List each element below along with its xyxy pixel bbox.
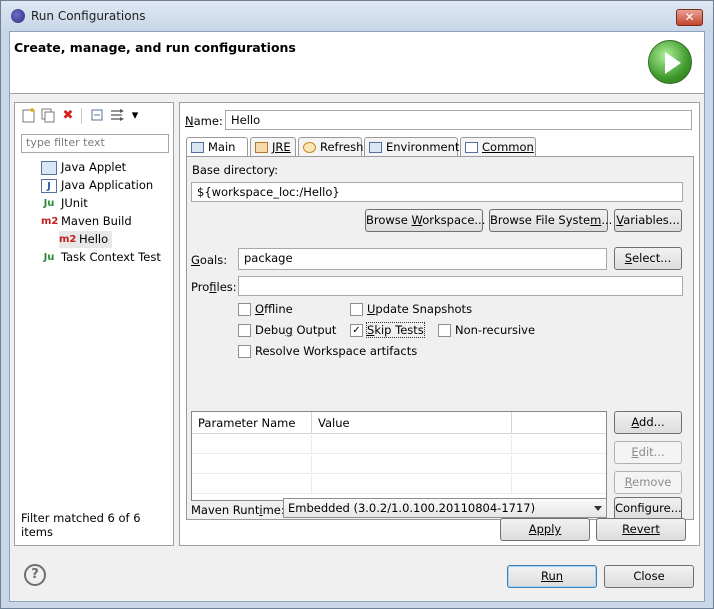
configure-runtime-button[interactable]: Configure... xyxy=(614,497,682,520)
table-row xyxy=(192,435,606,454)
tree-item-maven-build[interactable]: m2 Maven Build xyxy=(41,213,132,230)
junit-icon: Ju xyxy=(43,197,55,209)
toolbar-separator xyxy=(81,108,82,124)
profiles-label: Profiles: xyxy=(191,280,237,294)
collapse-all-icon[interactable] xyxy=(89,108,105,124)
filter-icon[interactable] xyxy=(109,108,125,124)
junit-icon: Ju xyxy=(43,251,55,263)
refresh-icon xyxy=(303,142,316,153)
tree-item-task-context-test[interactable]: Ju Task Context Test xyxy=(41,249,161,266)
edit-parameter-button[interactable]: Edit... xyxy=(614,441,682,464)
filter-input[interactable]: type filter text xyxy=(21,134,169,153)
config-toolbar: ✖ ▾ xyxy=(15,103,173,129)
menu-dropdown-icon[interactable]: ▾ xyxy=(127,108,143,124)
resolve-workspace-checkbox[interactable]: Resolve Workspace artifacts xyxy=(238,344,417,358)
jre-icon xyxy=(255,142,268,153)
duplicate-icon[interactable] xyxy=(40,108,56,124)
goals-input[interactable]: package xyxy=(238,248,607,270)
table-row xyxy=(192,455,606,474)
name-label: Name: xyxy=(185,114,223,128)
non-recursive-checkbox[interactable]: Non-recursive xyxy=(438,323,535,337)
remove-parameter-button[interactable]: Remove xyxy=(614,471,682,494)
dialog-client: Create, manage, and run configurations ✖ xyxy=(9,31,705,602)
update-snapshots-checkbox[interactable]: Update Snapshots xyxy=(350,302,472,316)
tab-environment[interactable]: Environment xyxy=(364,137,459,157)
parameters-table-header: Parameter Name Value xyxy=(192,412,606,434)
window-close-button[interactable]: ✕ xyxy=(676,9,703,26)
environment-icon xyxy=(369,142,382,153)
close-button[interactable]: Close xyxy=(604,565,694,588)
help-icon[interactable]: ? xyxy=(24,564,46,586)
base-directory-input[interactable]: ${workspace_loc:/Hello} xyxy=(191,182,683,202)
maven-runtime-select[interactable]: Embedded (3.0.2/1.0.100.20110804-1717) xyxy=(283,498,607,518)
tab-refresh[interactable]: Refresh xyxy=(298,137,363,157)
checkbox-box xyxy=(438,324,451,337)
skip-tests-checkbox[interactable]: ✓ Skip Tests xyxy=(350,322,425,338)
dialog-header: Create, manage, and run configurations xyxy=(10,32,704,94)
title-bar: Run Configurations ✕ xyxy=(1,1,713,31)
maven-icon: m2 xyxy=(59,233,77,245)
filter-status: Filter matched 6 of 6 items xyxy=(21,511,141,539)
column-value[interactable]: Value xyxy=(312,412,512,434)
revert-button[interactable]: Revert xyxy=(596,518,686,541)
profiles-input[interactable] xyxy=(238,276,683,296)
window-title: Run Configurations xyxy=(31,9,146,23)
select-goals-button[interactable]: Select... xyxy=(614,247,682,270)
column-parameter-name[interactable]: Parameter Name xyxy=(192,412,312,434)
eclipse-icon xyxy=(11,9,25,23)
browse-workspace-button[interactable]: Browse Workspace... xyxy=(365,209,485,232)
offline-checkbox[interactable]: Offline xyxy=(238,302,293,316)
tree-item-java-applet[interactable]: Java Applet xyxy=(41,159,126,176)
chevron-down-icon xyxy=(594,506,602,511)
tab-main[interactable]: Main xyxy=(186,137,248,158)
java-application-icon: J xyxy=(41,178,57,193)
config-tree-panel: ✖ ▾ type filter text Java Applet J Java A… xyxy=(14,102,174,546)
browse-filesystem-button[interactable]: Browse File System... xyxy=(489,209,612,232)
main-tab-body: Base directory: ${workspace_loc:/Hello} … xyxy=(186,156,694,520)
checkbox-box xyxy=(350,303,363,316)
main-tab-icon xyxy=(191,142,204,153)
variables-button[interactable]: Variables... xyxy=(614,209,682,232)
run-banner-icon xyxy=(648,40,692,84)
config-editor-panel: Name: Hello Main JRE Refresh Environment… xyxy=(179,102,700,546)
new-config-icon[interactable] xyxy=(21,108,37,124)
header-title: Create, manage, and run configurations xyxy=(14,40,296,55)
name-input[interactable]: Hello xyxy=(225,110,692,130)
add-parameter-button[interactable]: Add... xyxy=(614,411,682,434)
debug-output-checkbox[interactable]: Debug Output xyxy=(238,323,336,337)
tab-jre[interactable]: JRE xyxy=(250,137,296,157)
table-row xyxy=(192,475,606,494)
apply-button[interactable]: Apply xyxy=(500,518,590,541)
column-filler xyxy=(512,412,606,434)
maven-icon: m2 xyxy=(41,215,59,227)
run-configurations-window: Run Configurations ✕ Create, manage, and… xyxy=(0,0,714,609)
checkbox-box xyxy=(238,324,251,337)
java-applet-icon xyxy=(41,160,57,175)
checkbox-checked-box: ✓ xyxy=(350,324,363,337)
tree-item-hello[interactable]: m2 Hello xyxy=(59,231,113,248)
common-icon xyxy=(465,142,478,153)
parameters-table[interactable]: Parameter Name Value xyxy=(191,411,607,501)
base-directory-label: Base directory: xyxy=(192,163,279,177)
run-button[interactable]: Run xyxy=(507,565,597,588)
tree-item-java-application[interactable]: J Java Application xyxy=(41,177,153,194)
delete-icon[interactable]: ✖ xyxy=(60,108,76,124)
tab-common[interactable]: Common xyxy=(460,137,536,157)
goals-label: Goals: xyxy=(191,253,228,267)
maven-runtime-label: Maven Runtime: xyxy=(191,503,285,517)
checkbox-box xyxy=(238,345,251,358)
checkbox-box xyxy=(238,303,251,316)
tree-item-junit[interactable]: Ju JUnit xyxy=(41,195,88,212)
